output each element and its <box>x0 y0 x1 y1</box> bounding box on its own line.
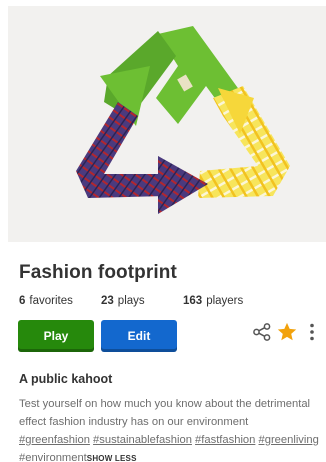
players-label: players <box>206 295 244 307</box>
play-button[interactable]: Play <box>18 320 94 352</box>
kahoot-visibility: A public kahoot <box>19 372 113 386</box>
plays-count: 23 <box>101 295 114 307</box>
cover-image <box>8 6 326 242</box>
star-icon[interactable] <box>276 321 298 343</box>
edit-button[interactable]: Edit <box>101 320 177 352</box>
players-stat: 163 players <box>183 295 243 307</box>
kahoot-description: Test yourself on how much you know about… <box>19 395 319 462</box>
share-icon[interactable] <box>252 322 272 342</box>
plays-stat: 23 plays <box>101 295 145 307</box>
more-vertical-icon[interactable] <box>305 322 319 342</box>
show-less-toggle[interactable]: SHOW LESS <box>87 454 137 462</box>
kahoot-title: Fashion footprint <box>19 262 177 283</box>
hashtag-link[interactable]: #environment <box>19 452 87 462</box>
description-text: Test yourself on how much you know about… <box>19 398 311 428</box>
favorites-stat: 6 favorites <box>19 295 73 307</box>
hashtag-link[interactable]: #greenfashion <box>19 434 90 446</box>
hashtag-link[interactable]: #fastfashion <box>195 434 255 446</box>
players-count: 163 <box>183 295 203 307</box>
favorites-label: favorites <box>29 295 73 307</box>
plays-label: plays <box>117 295 145 307</box>
favorites-count: 6 <box>19 295 26 307</box>
hashtag-link[interactable]: #sustainablefashion <box>93 434 192 446</box>
hashtag-link[interactable]: #greenliving <box>259 434 319 446</box>
